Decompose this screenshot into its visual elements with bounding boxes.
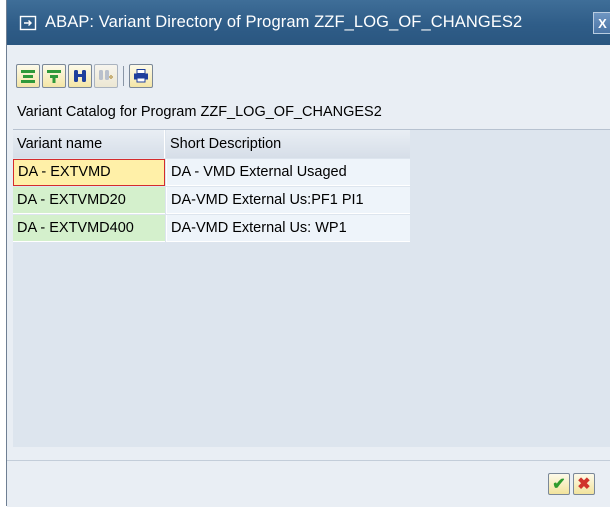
- variant-name-cell[interactable]: DA - EXTVMD: [13, 159, 165, 186]
- confirm-button[interactable]: ✔: [548, 473, 570, 495]
- find-next-button[interactable]: [94, 64, 118, 88]
- short-description-cell[interactable]: DA-VMD External Us:PF1 PI1: [166, 187, 410, 214]
- expand-subtree-button[interactable]: [16, 64, 40, 88]
- short-description-cell[interactable]: DA - VMD External Usaged: [166, 159, 410, 186]
- find-button[interactable]: [68, 64, 92, 88]
- variant-directory-window: ABAP: Variant Directory of Program ZZF_L…: [6, 0, 610, 507]
- catalog-title: Variant Catalog for Program ZZF_LOG_OF_C…: [17, 104, 382, 120]
- column-header-variant-name[interactable]: Variant name: [13, 130, 165, 158]
- checkmark-icon: ✔: [552, 476, 566, 493]
- cancel-x-icon: ✖: [577, 476, 591, 493]
- table-row[interactable]: DA - EXTVMD20 DA-VMD External Us:PF1 PI1: [13, 187, 410, 215]
- toolbar-separator: [123, 66, 124, 86]
- filter-icon: [47, 70, 61, 83]
- toolbar: [16, 62, 155, 90]
- table-row[interactable]: DA - EXTVMD DA - VMD External Usaged: [13, 159, 410, 187]
- window-title: ABAP: Variant Directory of Program ZZF_L…: [45, 13, 523, 31]
- variant-list: Variant name Short Description DA - EXTV…: [13, 129, 610, 447]
- column-header-short-description[interactable]: Short Description: [166, 130, 410, 158]
- print-icon: [134, 69, 148, 83]
- expand-subtree-icon: [21, 70, 35, 83]
- window-menu-icon[interactable]: [17, 12, 39, 34]
- find-binoculars-icon: [74, 70, 86, 82]
- find-next-icon: [99, 70, 113, 80]
- title-bar: ABAP: Variant Directory of Program ZZF_L…: [7, 0, 610, 45]
- print-button[interactable]: [129, 64, 153, 88]
- table-row[interactable]: DA - EXTVMD400 DA-VMD External Us: WP1: [13, 215, 410, 243]
- close-icon: X: [598, 16, 607, 31]
- filter-button[interactable]: [42, 64, 66, 88]
- close-button[interactable]: X: [593, 12, 610, 34]
- variant-name-cell[interactable]: DA - EXTVMD20: [13, 187, 165, 214]
- dialog-footer: ✔ ✖: [7, 460, 610, 507]
- short-description-cell[interactable]: DA-VMD External Us: WP1: [166, 215, 410, 242]
- cancel-button[interactable]: ✖: [573, 473, 595, 495]
- variant-name-cell[interactable]: DA - EXTVMD400: [13, 215, 165, 242]
